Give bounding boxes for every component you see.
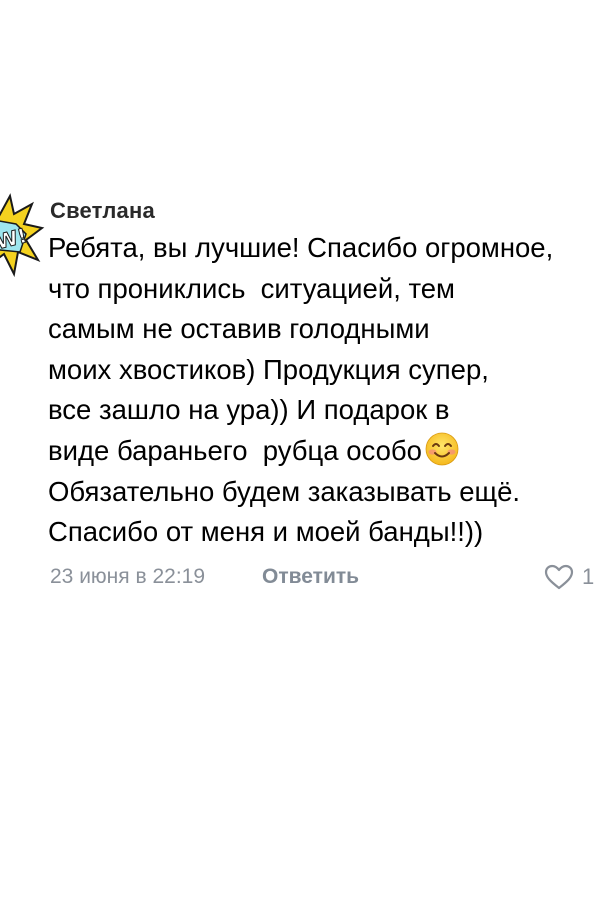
comment-line-with-emoji: виде бараньего рубца особо — [48, 431, 600, 472]
comment-line: моих хвостиков) Продукция супер, — [48, 353, 489, 385]
user-avatar[interactable]: W! — [0, 190, 45, 280]
comment-line: что прониклись ситуацией, тем — [48, 272, 455, 304]
reply-button[interactable]: Ответить — [262, 565, 359, 589]
comment-line: самым не оставив голодными — [48, 313, 430, 345]
comment-author[interactable]: Светлана — [50, 198, 155, 224]
smiling-face-emoji — [425, 432, 459, 466]
comment-line: Спасибо от меня и моей банды!!)) — [48, 516, 484, 548]
comment-line: все зашло на ура)) И подарок в — [48, 394, 450, 426]
like-button[interactable]: 1 — [544, 562, 594, 592]
comment-date: 23 июня в 22:19 — [50, 565, 206, 588]
like-count: 1 — [582, 564, 595, 589]
comment-line: виде бараньего рубца особо — [48, 434, 422, 466]
heart-icon — [544, 564, 574, 590]
comment-line: Обязательно будем заказывать ещё. — [48, 475, 521, 507]
comment-line: Ребята, вы лучшие! Спасибо огромное, — [48, 232, 554, 263]
comment-text: Ребята, вы лучшие! Спасибо огромное, что… — [48, 228, 600, 553]
